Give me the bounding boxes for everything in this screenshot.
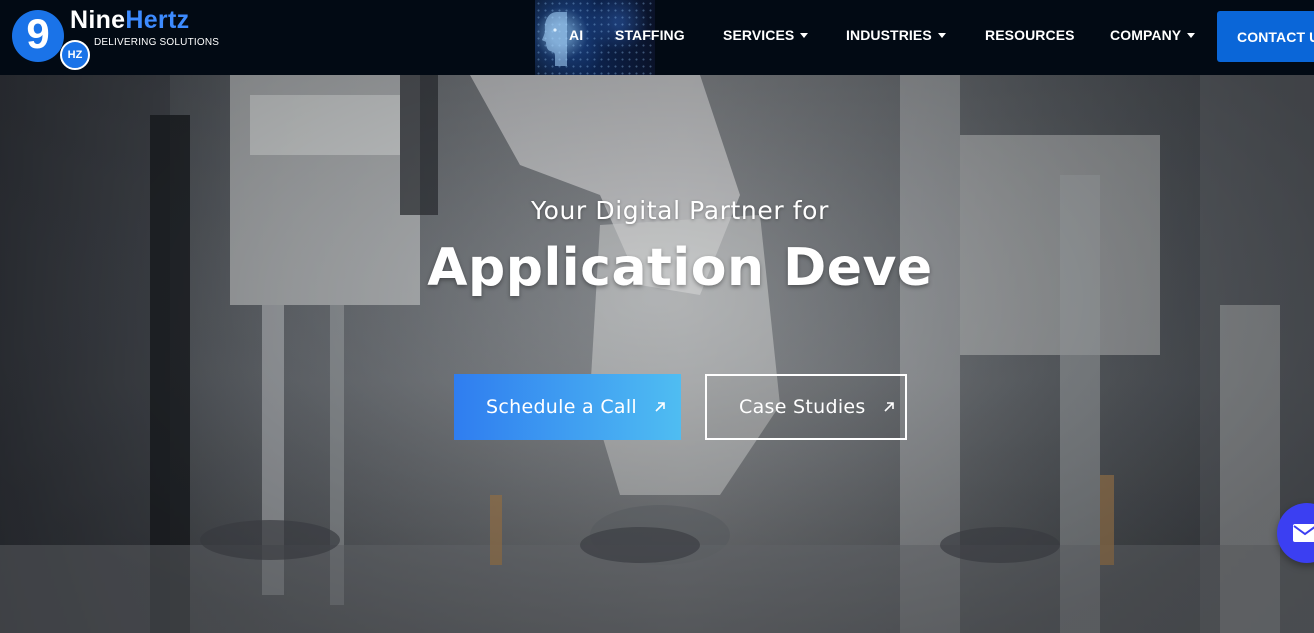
nav-item-company[interactable]: COMPANY [1110,27,1196,43]
nav-item-industries[interactable]: INDUSTRIES [846,27,946,43]
arrow-up-right-icon [884,402,894,412]
brand-logo[interactable]: 9 HZ NineHertz DELIVERING SOLUTIONS [10,6,220,70]
mail-icon [1293,524,1314,542]
brand-name-part2: Hertz [125,6,190,34]
logo-digit: 9 [26,10,50,57]
nav-item-staffing[interactable]: STAFFING [615,27,685,43]
site-header: 9 HZ NineHertz DELIVERING SOLUTIONS AI S… [0,0,1314,75]
nav-label-ai: AI [569,27,584,43]
nav-item-services[interactable]: SERVICES [723,27,809,43]
logo-badge: 9 [12,10,64,62]
brand-tagline: DELIVERING SOLUTIONS [94,37,220,48]
hero-section: Your Digital Partner for Application Dev… [0,75,1314,633]
chevron-down-icon [937,33,946,38]
contact-us-button[interactable]: CONTACT US [1217,11,1314,62]
nav-label-staffing: STAFFING [615,27,685,43]
nav-label-company: COMPANY [1110,27,1182,43]
schedule-call-label: Schedule a Call [486,396,637,418]
schedule-call-button[interactable]: Schedule a Call [454,374,681,440]
hero-title: Application Deve [427,238,933,298]
ai-head-icon [542,12,567,66]
hero-overlay [0,75,1314,633]
contact-us-label: CONTACT US [1237,28,1314,45]
brand-name-part1: Nine [70,6,126,34]
hero-subtitle: Your Digital Partner for [531,196,829,225]
logo-hz-badge: HZ [60,40,90,70]
brand-name: NineHertz [70,6,189,35]
nav-label-resources: RESOURCES [985,27,1075,43]
case-studies-button[interactable]: Case Studies [705,374,907,440]
case-studies-label: Case Studies [739,396,866,418]
chevron-down-icon [800,33,809,38]
nav-label-industries: INDUSTRIES [846,27,932,43]
chevron-down-icon [1187,33,1196,38]
arrow-up-right-icon [655,402,665,412]
nav-item-resources[interactable]: RESOURCES [985,27,1075,43]
nav-label-services: SERVICES [723,27,795,43]
